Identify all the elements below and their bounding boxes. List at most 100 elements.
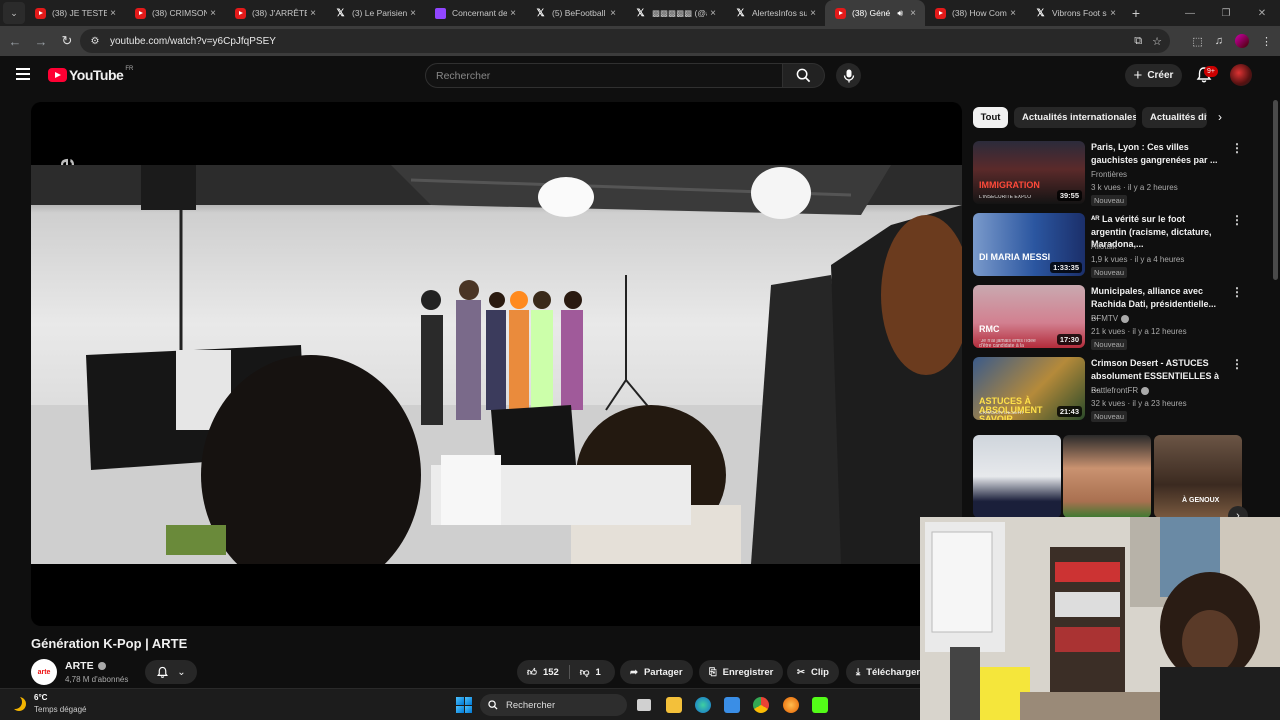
task-view-icon[interactable]: [637, 699, 651, 711]
video-meta: 1,9 k vues · il y a 4 heures: [1091, 255, 1185, 264]
browser-tab[interactable]: (38) JE TESTE L×: [25, 0, 125, 26]
browser-tab[interactable]: 𝕏 ▩▩▩▩▩ (@a ×: [625, 0, 725, 26]
search-button[interactable]: [783, 63, 825, 88]
browser-menu-icon[interactable]: ⋮: [1261, 35, 1272, 48]
address-bar[interactable]: ⚙ youtube.com/watch?v=y6CpJfqPSEY ⧉ ☆: [80, 29, 1170, 53]
browser-tab[interactable]: (38) J'ARRÊTE T×: [225, 0, 325, 26]
close-tab-icon[interactable]: ×: [407, 8, 419, 19]
forward-icon[interactable]: →: [28, 34, 54, 49]
chip-all[interactable]: Tout: [973, 107, 1008, 128]
channel-name[interactable]: BattlefrontFR: [1091, 386, 1150, 395]
video-thumbnail[interactable]: RMC "Je n'ai jamais émis l'idée d'être c…: [973, 285, 1085, 348]
close-tab-icon[interactable]: ×: [907, 8, 919, 19]
video-thumbnail[interactable]: IMMIGRATION L'INSÉCURITÉ EXPLO 39:55: [973, 141, 1085, 204]
tab-title: (3) Le Parisien: [352, 8, 407, 18]
weather-widget[interactable]: 6°C Temps dégagé: [12, 693, 86, 714]
browser-tab[interactable]: 𝕏 Vibrons Foot s ×: [1025, 0, 1125, 26]
recommended-video[interactable]: RMC "Je n'ai jamais émis l'idée d'être c…: [973, 285, 1263, 351]
firefox-icon[interactable]: [783, 697, 799, 713]
site-info-icon[interactable]: ⚙: [88, 34, 102, 48]
video-duration: 39:55: [1056, 190, 1082, 201]
close-tab-icon[interactable]: ×: [807, 8, 819, 19]
more-options-icon[interactable]: ⋮: [1231, 213, 1243, 227]
tab-search-menu-icon[interactable]: ⌄: [3, 2, 25, 24]
file-explorer-icon[interactable]: [666, 697, 682, 713]
bookmark-star-icon[interactable]: ☆: [1152, 35, 1162, 48]
video-title[interactable]: Paris, Lyon : Ces villes gauchistes gang…: [1091, 141, 1223, 166]
browser-tab[interactable]: (38) Géné 🔊︎ ×: [825, 0, 925, 26]
voice-search-button[interactable]: [836, 63, 861, 88]
more-options-icon[interactable]: ⋮: [1231, 141, 1243, 155]
back-icon[interactable]: ←: [2, 34, 28, 49]
install-app-icon[interactable]: ⧉: [1134, 35, 1142, 48]
close-tab-icon[interactable]: ×: [107, 8, 119, 19]
short-thumbnail[interactable]: À GENOUX: [1154, 435, 1242, 518]
close-tab-icon[interactable]: ×: [207, 8, 219, 19]
browser-tab[interactable]: 𝕏 AlertesInfos su ×: [725, 0, 825, 26]
browser-tab[interactable]: 𝕏 (3) Le Parisien ×: [325, 0, 425, 26]
close-tab-icon[interactable]: ×: [607, 8, 619, 19]
close-tab-icon[interactable]: ×: [307, 8, 319, 19]
recommended-video[interactable]: DI MARIA MESSI 1:33:35 ᴬᴿ La vérité sur …: [973, 213, 1263, 279]
short-thumbnail[interactable]: [973, 435, 1061, 518]
download-button[interactable]: ⤓ Télécharger: [846, 660, 920, 684]
streaming-app-icon[interactable]: [812, 697, 828, 713]
close-tab-icon[interactable]: ×: [1107, 8, 1119, 19]
channel-name[interactable]: ARTE: [65, 660, 106, 672]
recommended-video[interactable]: IMMIGRATION L'INSÉCURITÉ EXPLO 39:55 Par…: [973, 141, 1263, 207]
short-thumbnail[interactable]: [1063, 435, 1151, 518]
video-player[interactable]: arte: [31, 102, 962, 626]
tab-title: (38) Géné: [852, 8, 891, 18]
close-tab-icon[interactable]: ×: [707, 8, 719, 19]
channel-name[interactable]: Aliotalk: [1091, 242, 1117, 251]
browser-tab[interactable]: (38) How Com ×: [925, 0, 1025, 26]
user-avatar[interactable]: [1230, 64, 1252, 86]
chrome-browser-icon[interactable]: [753, 697, 769, 713]
video-duration: 21:43: [1056, 406, 1082, 417]
new-tab-button[interactable]: +: [1125, 5, 1147, 21]
chip-international-news[interactable]: Actualités internationales: [1014, 107, 1136, 128]
store-icon[interactable]: [724, 697, 740, 713]
subscription-bell-button[interactable]: ⌄: [145, 660, 197, 684]
menu-icon[interactable]: [16, 68, 30, 80]
media-controls-icon[interactable]: ♫: [1215, 35, 1223, 47]
studio-scene-image: [31, 165, 962, 564]
video-thumbnail[interactable]: ASTUCES À ABSOLUMENT SAVOIR CRIMSON DESE…: [973, 357, 1085, 420]
close-window-icon[interactable]: ✕: [1244, 8, 1280, 19]
dislike-button[interactable]: 👎︎ 1: [580, 666, 601, 679]
like-button[interactable]: 👍︎ 152: [527, 666, 559, 679]
recommended-video[interactable]: ASTUCES À ABSOLUMENT SAVOIR CRIMSON DESE…: [973, 357, 1263, 423]
chevron-right-icon[interactable]: ›: [1218, 110, 1222, 124]
taskbar-search-box[interactable]: Rechercher: [480, 694, 627, 716]
clip-button[interactable]: ✂ Clip: [787, 660, 839, 684]
more-options-icon[interactable]: ⋮: [1231, 357, 1243, 371]
browser-tab[interactable]: (38) CRIMSON ×: [125, 0, 225, 26]
chip-misc-news[interactable]: Actualités div: [1142, 107, 1207, 128]
youtube-logo[interactable]: YouTube FR: [48, 66, 133, 83]
extensions-icon[interactable]: ⬚: [1192, 35, 1202, 48]
channel-avatar[interactable]: arte: [31, 659, 57, 685]
edge-browser-icon[interactable]: [695, 697, 711, 713]
more-options-icon[interactable]: ⋮: [1231, 285, 1243, 299]
omnibox-actions: ⧉ ☆: [1134, 29, 1162, 53]
profile-avatar[interactable]: [1235, 34, 1249, 48]
minimize-icon[interactable]: —: [1172, 8, 1208, 19]
reload-icon[interactable]: ↻: [54, 33, 80, 49]
page-scrollbar[interactable]: [1273, 100, 1278, 280]
maximize-icon[interactable]: ❐: [1208, 8, 1244, 19]
channel-name[interactable]: BFMTV: [1091, 314, 1130, 323]
dislike-count: 1: [595, 666, 601, 678]
channel-name[interactable]: Frontières: [1091, 170, 1127, 179]
windows-start-icon[interactable]: [456, 697, 472, 713]
video-thumbnail[interactable]: DI MARIA MESSI 1:33:35: [973, 213, 1085, 276]
save-button[interactable]: ⎘ Enregistrer: [699, 660, 784, 684]
share-button[interactable]: ➦ Partager: [620, 660, 693, 684]
browser-tab[interactable]: 𝕏 (5) BeFootball ×: [525, 0, 625, 26]
create-button[interactable]: + Créer: [1125, 64, 1182, 87]
audio-playing-icon[interactable]: 🔊︎: [897, 8, 903, 19]
close-tab-icon[interactable]: ×: [507, 8, 519, 19]
search-input[interactable]: Rechercher: [425, 63, 783, 88]
browser-tab[interactable]: Concernant de ×: [425, 0, 525, 26]
browser-toolbar: ← → ↻ ⚙ youtube.com/watch?v=y6CpJfqPSEY …: [0, 26, 1280, 56]
close-tab-icon[interactable]: ×: [1007, 8, 1019, 19]
